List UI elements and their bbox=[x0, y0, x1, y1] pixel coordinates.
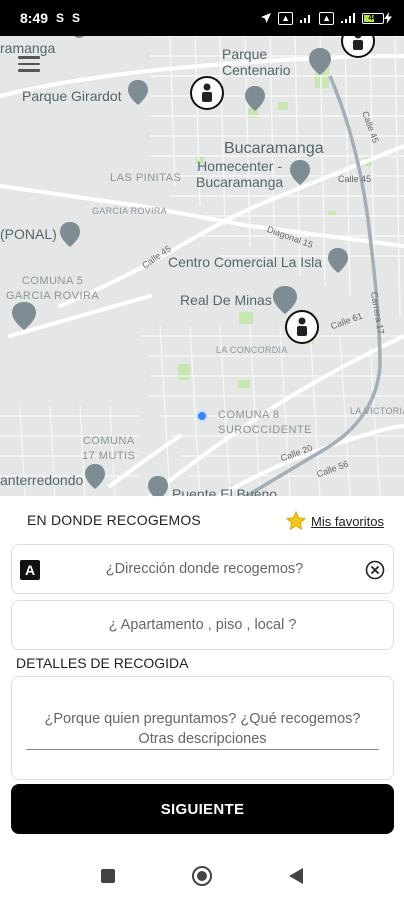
map-label-comuna-8: COMUNA 8 SUROCCIDENTE bbox=[218, 409, 313, 436]
star-icon bbox=[285, 510, 307, 531]
map-label-anterredondo: anterredondo bbox=[0, 472, 84, 488]
map-label-garcia-rovira: GARCIA ROVIRA bbox=[92, 206, 167, 216]
system-nav-bar bbox=[0, 852, 404, 900]
map-label-ponal: (PONAL) bbox=[0, 226, 57, 242]
status-bar: 8:49 S S ▲ ▲ 46 bbox=[0, 0, 404, 36]
driver-marker-icon[interactable] bbox=[285, 310, 319, 344]
apartment-input[interactable]: ¿ Apartamento , piso , local ? bbox=[11, 600, 394, 650]
map-label-las-pinitas: LAS PINITAS bbox=[110, 172, 182, 184]
map-label-puente-el-bueno: Puente El Bueno bbox=[172, 486, 278, 496]
road-label-calle-45-east: Calle 45 bbox=[338, 174, 372, 184]
map-label-comuna-17: COMUNA 17 MUTIS bbox=[82, 435, 136, 462]
favorites-label: Mis favoritos bbox=[311, 513, 384, 529]
status-right-icons: ▲ ▲ 46 bbox=[260, 11, 392, 25]
details-textarea[interactable]: ¿Porque quien preguntamos? ¿Qué recogemo… bbox=[11, 676, 394, 780]
volte-icon-2: ▲ bbox=[319, 11, 334, 25]
letter-a-icon: A bbox=[20, 560, 40, 580]
map-view[interactable]: ramanga Parque Centenario Parque Girardo… bbox=[0, 36, 404, 496]
details-placeholder-line2: Otras descripciones bbox=[138, 731, 267, 747]
battery-icon: 46 bbox=[362, 12, 392, 24]
pickup-section-title: EN DONDE RECOGEMOS bbox=[27, 512, 201, 528]
map-label-comuna-5: COMUNA 5 GARCIA ROVIRA bbox=[6, 275, 100, 302]
address-placeholder: ¿Dirección donde recogemos? bbox=[105, 561, 304, 577]
status-notification-icons: S S bbox=[56, 11, 80, 25]
details-underline bbox=[26, 749, 379, 750]
next-button[interactable]: SIGUIENTE bbox=[11, 784, 394, 834]
signal-icon bbox=[300, 14, 311, 23]
address-input[interactable]: A ¿Dirección donde recogemos? bbox=[11, 544, 394, 594]
map-label-centro-comercial: Centro Comercial La Isla bbox=[168, 254, 323, 270]
volte-icon: ▲ bbox=[278, 11, 294, 25]
map-label-real-de-minas: Real De Minas bbox=[180, 292, 272, 308]
battery-level: 46 bbox=[368, 12, 378, 22]
menu-hamburger-icon[interactable] bbox=[18, 56, 40, 72]
details-placeholder: ¿Porque quien preguntamos? ¿Qué recogemo… bbox=[24, 709, 381, 749]
apartment-placeholder: ¿ Apartamento , piso , local ? bbox=[108, 617, 297, 633]
home-circle-icon[interactable] bbox=[190, 864, 214, 888]
pickup-form: EN DONDE RECOGEMOS Mis favoritos A ¿Dire… bbox=[0, 496, 404, 852]
details-section-title: DETALLES DE RECOGIDA bbox=[16, 655, 189, 671]
map-label-parque-girardot: Parque Girardot bbox=[22, 88, 122, 104]
notification-s-icon: S bbox=[72, 11, 81, 25]
map-label-bucaramanga: Bucaramanga bbox=[224, 140, 324, 157]
recents-square-icon[interactable] bbox=[96, 864, 120, 888]
location-arrow-icon bbox=[261, 13, 272, 23]
map-label-la-concordia: LA CONCORDIA bbox=[216, 345, 288, 355]
map-label-la-victoria: LA VICTORIA bbox=[350, 406, 404, 416]
notification-s-icon: S bbox=[56, 11, 65, 25]
map-label-parque-centenario: Parque Centenario bbox=[222, 46, 291, 78]
signal-icon-2 bbox=[341, 12, 355, 23]
details-placeholder-line1: ¿Porque quien preguntamos? ¿Qué recogemo… bbox=[44, 711, 361, 727]
favorites-link[interactable]: Mis favoritos bbox=[285, 510, 384, 532]
back-triangle-icon[interactable] bbox=[284, 864, 308, 888]
close-circle-icon[interactable] bbox=[365, 560, 385, 580]
status-time: 8:49 bbox=[20, 10, 49, 26]
current-location-icon bbox=[196, 410, 208, 422]
map-label-homecenter: Homecenter - Bucaramanga bbox=[196, 158, 284, 190]
map-label-ramanga: ramanga bbox=[0, 40, 56, 56]
charging-bolt-icon bbox=[384, 12, 392, 24]
driver-marker-icon[interactable] bbox=[190, 76, 224, 110]
